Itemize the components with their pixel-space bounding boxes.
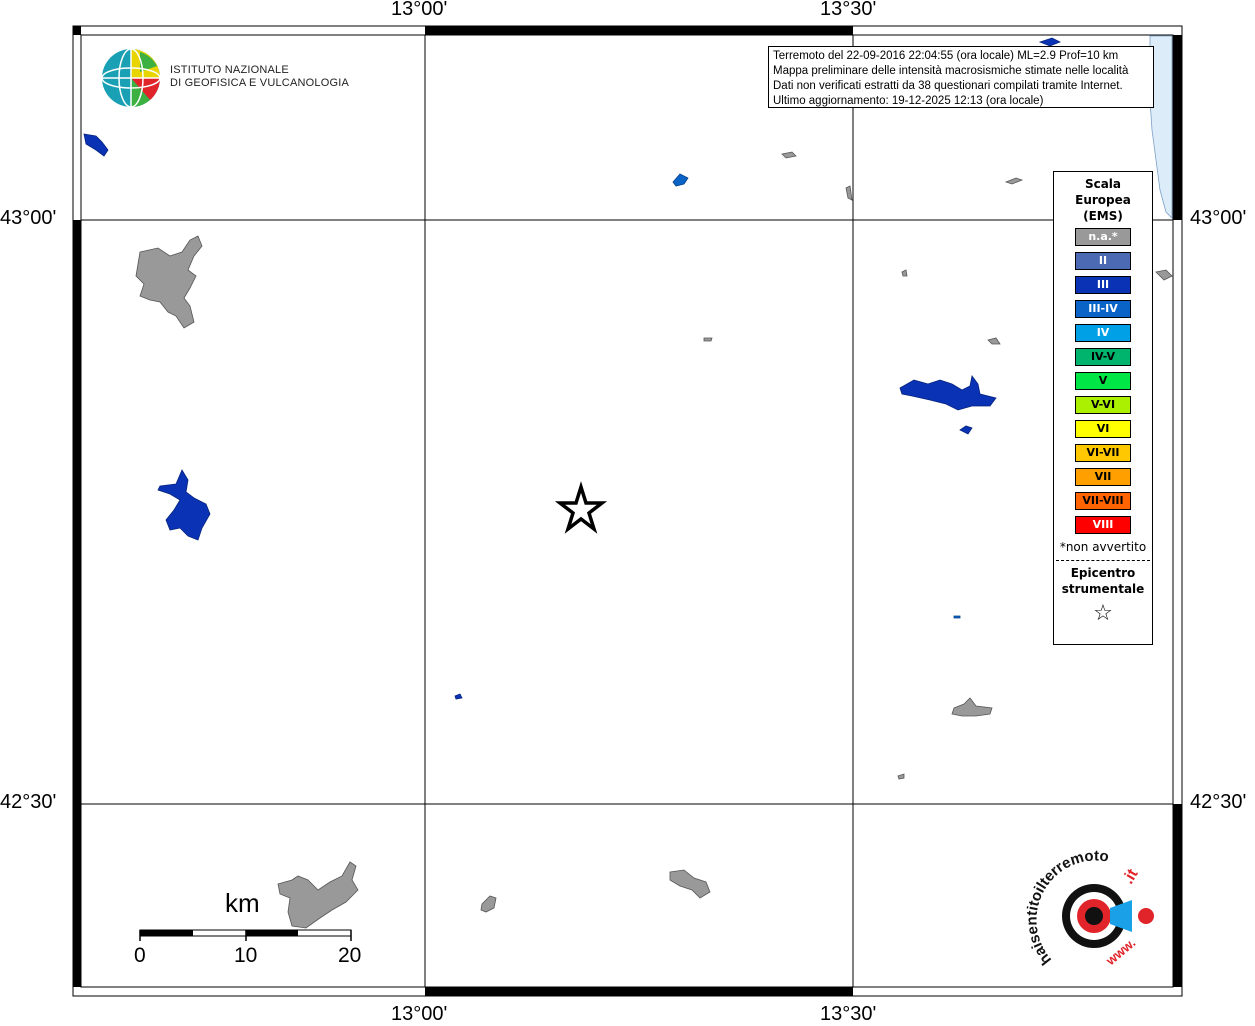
- intensity-legend: Scala Europea (EMS) n.a.* II III III-IV IV IV…: [1053, 171, 1153, 645]
- frame-segment: [73, 220, 81, 804]
- municipality-area-iii-iv: [672, 173, 689, 187]
- event-info-line-4: Ultimo aggiornamento: 19-12-2025 12:13 (…: [773, 95, 1044, 107]
- legend-title: Scala Europea (EMS): [1054, 176, 1152, 224]
- legend-item: n.a.*: [1075, 228, 1131, 246]
- legend-title-line: (EMS): [1083, 209, 1123, 223]
- event-info-box: Terremoto del 22-09-2016 22:04:55 (ora l…: [768, 46, 1154, 108]
- scale-unit-label: km: [225, 888, 260, 918]
- municipality-area-iii-iv: [953, 615, 961, 619]
- municipality-area-na: [703, 337, 713, 342]
- legend-item: VII-VIII: [1075, 492, 1131, 510]
- ingv-globe-icon: [101, 48, 161, 108]
- legend-note: *non avvertito: [1059, 540, 1147, 554]
- municipality-area-iii: [454, 693, 463, 700]
- event-info-line-3: Dati non verificati estratti da 38 quest…: [773, 80, 1123, 92]
- ingv-line-1: ISTITUTO NAZIONALE: [170, 64, 289, 76]
- watermark-target-icon: [1062, 884, 1154, 948]
- frame-segment: [425, 987, 853, 996]
- epicenter-star-icon: [554, 481, 608, 534]
- legend-item: III: [1075, 276, 1131, 294]
- legend-item: III-IV: [1075, 300, 1131, 318]
- legend-items: n.a.* II III III-IV IV IV-V V V-VI VI VI-VII VII VI…: [1054, 228, 1152, 534]
- municipality-area-na: [669, 869, 711, 899]
- municipality-area-na: [1004, 177, 1024, 185]
- left-latitude-label: 42°30': [0, 791, 57, 813]
- bottom-longitude-label: 13°30': [820, 1003, 877, 1025]
- legend-star-icon: ☆: [1093, 601, 1113, 626]
- map-frame-outer: [72, 25, 1183, 997]
- legend-divider: [1056, 560, 1150, 561]
- scale-tick-label: 10: [234, 944, 258, 967]
- municipality-area-na: [897, 773, 905, 780]
- municipality-area-iii: [959, 425, 973, 435]
- frame-segment: [73, 804, 81, 987]
- legend-item: II: [1075, 252, 1131, 270]
- legend-title-line: Scala: [1084, 177, 1122, 191]
- legend-epicenter-line: Epicentro: [1070, 566, 1136, 580]
- frame-segment: [1173, 804, 1182, 987]
- municipality-area-na: [781, 151, 797, 159]
- event-info-line-2: Mappa preliminare delle intensità macros…: [773, 65, 1129, 77]
- legend-item: VI-VII: [1075, 444, 1131, 462]
- municipality-area-iii: [83, 133, 109, 157]
- map-frame-inner: [80, 34, 1174, 988]
- legend-epicenter-line: strumentale: [1061, 582, 1145, 596]
- scale-tick-label: 0: [134, 944, 146, 967]
- municipality-area-na: [901, 269, 908, 277]
- municipality-area-na: [951, 697, 993, 717]
- scale-bar: [139, 929, 352, 941]
- legend-item: IV: [1075, 324, 1131, 342]
- municipality-area-iii: [899, 375, 997, 411]
- legend-item: VI: [1075, 420, 1131, 438]
- frame-segment: [73, 26, 81, 35]
- municipality-area-na: [987, 337, 1001, 345]
- frame-segment: [1173, 35, 1182, 220]
- ingv-line-2: DI GEOFISICA E VULCANOLOGIA: [170, 77, 349, 89]
- right-latitude-label: 43°00': [1190, 207, 1247, 229]
- municipality-area-iii: [1038, 37, 1061, 47]
- municipality-area-na: [1155, 269, 1173, 281]
- municipality-area-na: [277, 861, 359, 929]
- legend-item: VII: [1075, 468, 1131, 486]
- legend-epicenter-label: Epicentro strumentale: [1054, 565, 1152, 597]
- left-latitude-label: 43°00': [0, 207, 57, 229]
- top-longitude-label: 13°00': [391, 0, 448, 20]
- right-latitude-label: 42°30': [1190, 791, 1247, 813]
- ingv-logo-text: ISTITUTO NAZIONALE DI GEOFISICA E VULCAN…: [170, 64, 349, 90]
- frame-segment: [425, 26, 853, 35]
- top-longitude-label: 13°30': [820, 0, 877, 20]
- legend-item: V: [1075, 372, 1131, 390]
- scale-tick-label: 20: [338, 944, 362, 967]
- legend-title-line: Europea: [1075, 193, 1131, 207]
- legend-item: IV-V: [1075, 348, 1131, 366]
- municipality-area-na: [845, 185, 853, 201]
- municipality-area-na: [480, 895, 497, 913]
- legend-item: VIII: [1075, 516, 1131, 534]
- event-info-line-1: Terremoto del 22-09-2016 22:04:55 (ora l…: [773, 50, 1119, 62]
- legend-item: V-VI: [1075, 396, 1131, 414]
- bottom-longitude-label: 13°00': [391, 1003, 448, 1025]
- municipality-area-iii: [157, 469, 211, 541]
- municipality-area-na: [135, 235, 203, 329]
